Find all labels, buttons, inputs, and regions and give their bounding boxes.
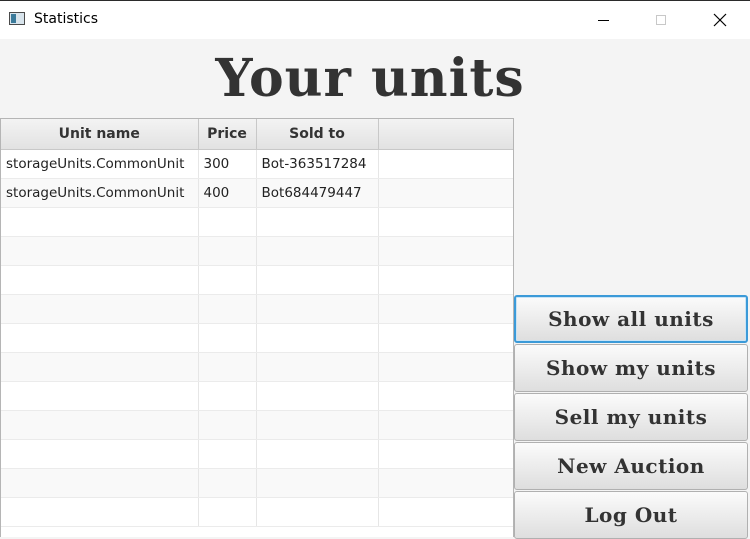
cell-empty <box>256 381 379 411</box>
new-auction-button[interactable]: New Auction <box>514 442 748 490</box>
table-row-empty[interactable] <box>1 265 513 295</box>
cell-empty <box>256 497 379 527</box>
cell-empty <box>198 381 257 411</box>
cell-empty <box>1 497 199 527</box>
cell-empty <box>1 468 199 498</box>
cell-empty <box>1 323 199 353</box>
cell-empty <box>1 236 199 266</box>
maximize-button[interactable] <box>638 1 684 39</box>
cell-empty <box>378 323 513 353</box>
cell-empty <box>256 439 379 469</box>
table-row-empty[interactable] <box>1 352 513 382</box>
close-button[interactable] <box>697 1 743 39</box>
cell-empty <box>198 439 257 469</box>
cell-empty <box>256 294 379 324</box>
cell-empty <box>1 410 199 440</box>
cell-empty <box>378 439 513 469</box>
close-icon <box>713 13 727 27</box>
minimize-icon <box>597 19 609 21</box>
table-row-empty[interactable] <box>1 439 513 469</box>
cell-sold-to: Bot684479447 <box>256 178 379 208</box>
cell-empty <box>256 236 379 266</box>
title-bar: Statistics <box>0 0 750 39</box>
table-row-empty[interactable] <box>1 236 513 266</box>
table-row-empty[interactable] <box>1 410 513 440</box>
cell-empty <box>198 265 257 295</box>
cell-empty <box>256 265 379 295</box>
column-header-sold-to[interactable]: Sold to <box>256 119 379 150</box>
table-row-empty[interactable] <box>1 323 513 353</box>
column-header-unit-name[interactable]: Unit name <box>1 119 199 150</box>
column-header-price[interactable]: Price <box>198 119 257 150</box>
cell-empty <box>378 294 513 324</box>
cell-empty <box>378 265 513 295</box>
cell-empty <box>198 352 257 382</box>
cell-empty <box>256 410 379 440</box>
maximize-icon <box>656 15 666 25</box>
cell-price: 400 <box>198 178 257 208</box>
show-my-units-button[interactable]: Show my units <box>514 344 748 392</box>
cell-empty <box>256 352 379 382</box>
cell-empty <box>378 149 513 179</box>
cell-empty <box>198 207 257 237</box>
window-title: Statistics <box>34 11 98 27</box>
cell-empty <box>378 410 513 440</box>
cell-empty <box>1 439 199 469</box>
cell-empty <box>198 497 257 527</box>
cell-unit-name: storageUnits.CommonUnit <box>1 178 199 208</box>
cell-empty <box>256 468 379 498</box>
table-row[interactable]: storageUnits.CommonUnit 400 Bot684479447 <box>1 178 513 208</box>
cell-empty <box>378 207 513 237</box>
table-row-empty[interactable] <box>1 207 513 237</box>
cell-empty <box>1 265 199 295</box>
cell-empty <box>198 410 257 440</box>
cell-sold-to: Bot-363517284 <box>256 149 379 179</box>
cell-empty <box>378 178 513 208</box>
cell-empty <box>378 236 513 266</box>
units-table[interactable]: Unit name Price Sold to storageUnits.Com… <box>0 118 514 537</box>
cell-empty <box>198 468 257 498</box>
show-all-units-button[interactable]: Show all units <box>514 295 748 343</box>
sell-my-units-button[interactable]: Sell my units <box>514 393 748 441</box>
cell-empty <box>198 294 257 324</box>
column-header-empty[interactable] <box>378 119 513 150</box>
table-row-empty[interactable] <box>1 381 513 411</box>
cell-empty <box>256 207 379 237</box>
table-row-empty[interactable] <box>1 294 513 324</box>
page-title: Your units <box>215 48 525 109</box>
table-row-empty[interactable] <box>1 497 513 527</box>
table-row-empty[interactable] <box>1 468 513 498</box>
cell-unit-name: storageUnits.CommonUnit <box>1 149 199 179</box>
cell-empty <box>198 323 257 353</box>
app-window-icon <box>9 12 25 25</box>
cell-empty <box>1 352 199 382</box>
cell-empty <box>378 352 513 382</box>
cell-empty <box>1 207 199 237</box>
cell-empty <box>378 381 513 411</box>
cell-empty <box>256 323 379 353</box>
cell-empty <box>1 294 199 324</box>
log-out-button[interactable]: Log Out <box>514 491 748 539</box>
cell-price: 300 <box>198 149 257 179</box>
table-row[interactable]: storageUnits.CommonUnit 300 Bot-36351728… <box>1 149 513 179</box>
cell-empty <box>378 468 513 498</box>
cell-empty <box>1 381 199 411</box>
cell-empty <box>378 497 513 527</box>
minimize-button[interactable] <box>580 1 626 39</box>
table-header-row: Unit name Price Sold to <box>1 119 513 150</box>
cell-empty <box>198 236 257 266</box>
